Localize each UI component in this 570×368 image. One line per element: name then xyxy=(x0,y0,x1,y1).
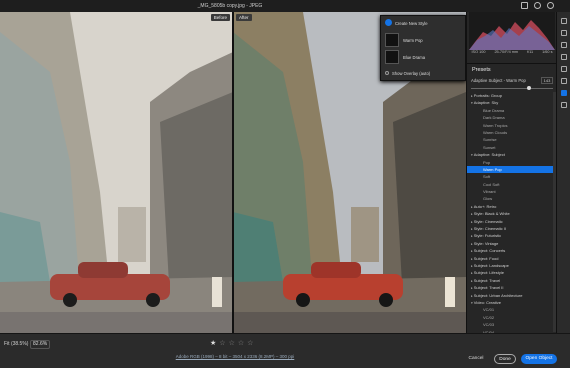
style-thumb[interactable] xyxy=(385,33,399,47)
preset-item[interactable]: VC/03 xyxy=(467,321,557,328)
presets-icon[interactable] xyxy=(560,90,567,96)
preset-item[interactable]: Pop xyxy=(467,159,557,166)
preset-amount-slider[interactable] xyxy=(471,86,553,90)
preset-item[interactable]: Warm Clouds xyxy=(467,129,557,136)
open-object-button[interactable]: Open Object xyxy=(521,354,557,364)
fit-zoom-label[interactable]: Fit (38.5%) xyxy=(4,341,28,347)
cancel-button[interactable]: Cancel xyxy=(465,354,487,364)
preset-item[interactable]: Cool Soft xyxy=(467,181,557,188)
preset-group[interactable]: Adaptive: Subject xyxy=(467,151,557,158)
window-title: _MG_5805b copy.jpg - JPEG xyxy=(197,3,263,9)
preset-list: Portraits: GroupAdaptive: SkyBlue DramaD… xyxy=(467,92,557,336)
preset-item[interactable]: Dark Drama xyxy=(467,114,557,121)
plus-icon[interactable] xyxy=(385,19,392,26)
before-after-divider[interactable] xyxy=(232,12,234,333)
brush-icon[interactable] xyxy=(560,42,567,48)
star-rating[interactable]: ★ ☆ ☆ ☆ ☆ xyxy=(210,339,253,347)
gear-icon[interactable] xyxy=(534,2,541,9)
preset-group[interactable]: Adaptive: Sky xyxy=(467,99,557,106)
file-info-link[interactable]: Adobe RGB (1998) – 8 bit – 3504 x 2336 (… xyxy=(150,354,320,359)
help-icon[interactable] xyxy=(547,2,554,9)
current-preset-label: Adaptive Subject - Warm Pop xyxy=(471,78,526,83)
slider-knob[interactable] xyxy=(527,86,532,90)
mask-icon[interactable] xyxy=(560,66,567,72)
preset-group[interactable]: Subject: Landscape xyxy=(467,262,557,269)
presets-header[interactable]: Presets xyxy=(467,63,557,75)
tool-strip xyxy=(556,12,570,333)
preset-group[interactable]: Portraits: Group xyxy=(467,92,557,99)
preset-group[interactable]: Subject: Travel II xyxy=(467,284,557,291)
histogram xyxy=(469,12,555,50)
style-thumb[interactable] xyxy=(385,50,399,64)
create-style-button[interactable]: Create New Style xyxy=(395,21,428,26)
preset-item[interactable]: VC/02 xyxy=(467,314,557,321)
more-icon[interactable] xyxy=(560,102,567,108)
preset-group[interactable]: Subject: Concerts xyxy=(467,247,557,254)
right-panel: ISO 100 25-70/F/4 mm f/11 1/60 s Presets… xyxy=(466,12,557,336)
share-icon[interactable] xyxy=(521,2,528,9)
preset-group[interactable]: Subject: Lifestyle xyxy=(467,269,557,276)
radio-icon[interactable] xyxy=(385,71,389,75)
preset-item[interactable]: VC/01 xyxy=(467,306,557,313)
preset-item[interactable]: Blue Drama xyxy=(467,107,557,114)
done-button[interactable]: Done xyxy=(494,354,516,364)
preset-item[interactable]: Soft xyxy=(467,173,557,180)
preset-item[interactable]: Sunrise xyxy=(467,136,557,143)
preset-group[interactable]: Style: Black & White xyxy=(467,210,557,217)
crop-icon[interactable] xyxy=(560,30,567,36)
preset-group[interactable]: Style: Futuristic xyxy=(467,232,557,239)
redeye-icon[interactable] xyxy=(560,78,567,84)
preset-item[interactable]: Vibrant xyxy=(467,188,557,195)
presets-title: Presets xyxy=(472,67,491,73)
before-image: Before xyxy=(0,12,233,333)
title-bar: _MG_5805b copy.jpg - JPEG xyxy=(0,0,570,12)
preset-group[interactable]: Style: Cinematic II xyxy=(467,225,557,232)
preset-item[interactable]: Warm Pop xyxy=(467,165,557,174)
style-item[interactable]: Blue Drama xyxy=(403,55,425,60)
style-item[interactable]: Warm Pop xyxy=(403,38,423,43)
before-label: Before xyxy=(210,14,230,21)
show-overlay-option[interactable]: Show Overlay (auto) xyxy=(392,71,430,76)
preset-group[interactable]: Auto+: Retro xyxy=(467,203,557,210)
preset-group[interactable]: Subject: Urban Architecture xyxy=(467,292,557,299)
edit-icon[interactable] xyxy=(560,18,567,24)
camera-info: ISO 100 25-70/F/4 mm f/11 1/60 s xyxy=(471,50,553,54)
preset-group[interactable]: Video: Creative xyxy=(467,299,557,306)
after-label: After xyxy=(236,14,252,21)
preset-group[interactable]: Subject: Food xyxy=(467,255,557,262)
zoom-value[interactable]: 82.6% xyxy=(30,340,50,349)
preset-amount-row: Adaptive Subject - Warm Pop 143 xyxy=(467,75,557,87)
preset-group[interactable]: Style: Vintage xyxy=(467,240,557,247)
healing-icon[interactable] xyxy=(560,54,567,60)
preset-item[interactable]: Warm Tropics xyxy=(467,122,557,129)
preset-group[interactable]: Subject: Travel xyxy=(467,277,557,284)
preset-item[interactable]: Sunset xyxy=(467,144,557,151)
bottom-bar: Fit (38.5%) 82.6% ★ ☆ ☆ ☆ ☆ Adobe RGB (1998)… xyxy=(0,333,570,368)
preset-amount-field[interactable]: 143 xyxy=(541,77,553,84)
preset-item[interactable]: Glow xyxy=(467,195,557,202)
preset-group[interactable]: Style: Cinematic xyxy=(467,218,557,225)
styles-popup: Create New Style Warm Pop Blue Drama Sho… xyxy=(380,15,466,81)
